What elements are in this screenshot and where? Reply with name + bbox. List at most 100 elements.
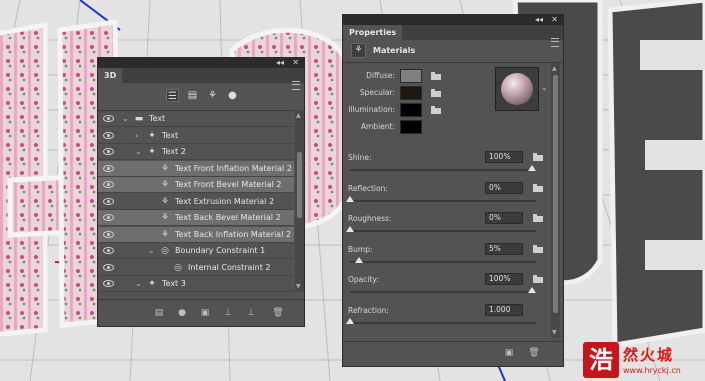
slider-handle[interactable] — [355, 256, 364, 263]
trash-icon[interactable]: 🗑 — [528, 347, 540, 359]
slider-handle[interactable] — [346, 226, 354, 232]
new-light-icon[interactable]: ● — [176, 307, 188, 319]
render-icon[interactable]: ▣ — [199, 307, 211, 319]
material-icon: ⚘ — [160, 229, 170, 240]
param-slider[interactable] — [350, 256, 536, 263]
visibility-eye-icon[interactable] — [103, 280, 114, 287]
panel-drag-strip[interactable]: ◂◂ ✕ — [98, 58, 304, 68]
visibility-eye-icon[interactable] — [103, 131, 114, 139]
chevron-down-icon[interactable]: ⌄ — [135, 147, 142, 156]
visibility-eye-icon[interactable] — [103, 247, 114, 254]
materials-filter-icon[interactable]: ⚘ — [206, 89, 219, 102]
scroll-up-icon[interactable]: ▲ — [552, 65, 557, 72]
layer-list: ⌄ ▬ Text › ✦ Text ⌄ ✦ Text 2 ⚘ Text Front Inflatio… — [98, 110, 294, 293]
material-preview[interactable] — [495, 67, 539, 111]
folder-icon[interactable] — [533, 275, 543, 283]
param-value-field[interactable]: 100% — [485, 273, 523, 285]
param-value-field[interactable]: 5% — [485, 242, 523, 255]
whole-scene-filter-icon[interactable]: ☰ — [166, 89, 179, 102]
layer-row[interactable]: ⌄ ◎ Boundary Constraint 1 — [98, 243, 294, 259]
new-mesh-icon[interactable]: ▤ — [153, 307, 165, 319]
visibility-eye-icon[interactable] — [103, 115, 114, 122]
section-title: Materials — [373, 46, 416, 55]
slider-handle[interactable] — [528, 165, 536, 171]
scroll-thumb[interactable] — [553, 75, 558, 313]
chevron-down-icon[interactable]: ⌄ — [148, 246, 155, 255]
materials-icon: ⚘ — [351, 43, 366, 58]
param-value-field[interactable]: 100% — [485, 151, 523, 163]
slider-handle[interactable] — [346, 195, 354, 202]
slider-handle[interactable] — [346, 317, 354, 324]
visibility-eye-icon[interactable] — [103, 263, 114, 271]
trash-icon[interactable]: 🗑 — [272, 307, 284, 319]
scroll-up-icon[interactable]: ▲ — [296, 112, 301, 119]
color-swatch[interactable] — [400, 86, 422, 100]
collapse-button[interactable]: ◂◂ — [276, 58, 284, 68]
visibility-eye-icon[interactable] — [103, 214, 114, 221]
slider-handle[interactable] — [528, 287, 536, 293]
chevron-right-icon[interactable]: › — [135, 131, 138, 140]
param-value-field[interactable]: 1.000 — [485, 303, 523, 316]
folder-icon[interactable] — [533, 153, 543, 161]
visibility-eye-icon[interactable] — [103, 164, 114, 172]
close-icon[interactable]: ✕ — [292, 58, 299, 68]
layer-label: Text — [162, 130, 179, 140]
folder-icon[interactable] — [533, 183, 543, 192]
color-swatch[interactable] — [400, 120, 422, 134]
scroll-thumb[interactable] — [297, 152, 302, 218]
layer-row[interactable]: ⌄ ✦ Text 3 — [98, 276, 294, 292]
properties-footer: ▣ 🗑 — [343, 341, 563, 366]
param-value-field[interactable]: 0% — [485, 212, 523, 224]
color-swatch[interactable] — [400, 103, 422, 117]
material-sphere — [501, 73, 533, 105]
drop-to-plane-icon[interactable]: ⊥ — [245, 307, 257, 319]
layer-row[interactable]: ⚘ Text Front Bevel Material 2 — [98, 177, 294, 193]
folder-icon[interactable] — [533, 244, 543, 253]
lights-filter-icon[interactable]: ● — [226, 89, 239, 102]
visibility-eye-icon[interactable] — [103, 181, 114, 188]
layer-row[interactable]: ⌄ ✦ Text 2 — [98, 144, 294, 160]
tab-properties[interactable]: Properties — [343, 25, 403, 40]
tab-3d[interactable]: 3D — [98, 68, 123, 83]
chevron-down-icon[interactable]: ⌄ — [135, 279, 142, 288]
folder-icon[interactable] — [431, 89, 441, 97]
constraint-icon: ◎ — [161, 246, 169, 256]
texture-doc-icon[interactable] — [431, 72, 441, 80]
layer-row[interactable]: ⚘ Text Back Bevel Material 2 — [98, 210, 294, 226]
properties-panel: ◂◂ ✕ Properties ⚘ Materials Diffuse: Spec… — [342, 14, 564, 367]
constraint-icon: ◎ — [174, 262, 182, 273]
folder-icon[interactable] — [533, 214, 543, 222]
material-icon: ⚘ — [160, 213, 170, 223]
render-icon[interactable]: ▣ — [503, 347, 515, 359]
properties-scrollbar[interactable]: ▲ ▼ — [551, 63, 560, 338]
chevron-down-icon[interactable]: ⌄ — [122, 114, 129, 123]
param-slider[interactable] — [346, 195, 536, 202]
layer-row[interactable]: ⌄ ▬ Text — [98, 111, 294, 127]
color-swatch[interactable] — [400, 69, 422, 83]
visibility-eye-icon[interactable] — [103, 197, 114, 205]
visibility-eye-icon[interactable] — [103, 148, 114, 155]
material-icon: ⚘ — [160, 196, 170, 207]
layer-row[interactable]: ⚘ Text Back Inflation Material 2 — [98, 226, 294, 243]
layer-label: Internal Constraint 2 — [188, 262, 271, 272]
layer-scrollbar[interactable]: ▲ ▼ — [295, 110, 304, 292]
param-slider[interactable] — [346, 317, 536, 324]
param-slider[interactable] — [346, 226, 536, 232]
layer-row[interactable]: ⚘ Text Front Inflation Material 2 — [98, 160, 294, 177]
layer-row[interactable]: ⚘ Text Extrusion Material 2 — [98, 194, 294, 210]
folder-icon[interactable] — [431, 106, 441, 114]
scroll-down-icon[interactable]: ▼ — [552, 329, 557, 336]
scroll-down-icon[interactable]: ▼ — [296, 283, 301, 290]
chevron-down-icon[interactable]: ⌄ — [541, 83, 548, 92]
meshes-filter-icon[interactable]: ▤ — [186, 89, 199, 102]
close-icon[interactable]: ✕ — [551, 15, 558, 25]
visibility-eye-icon[interactable] — [103, 230, 114, 238]
layer-row[interactable]: ◎ Internal Constraint 2 — [98, 260, 294, 276]
ground-plane-icon[interactable]: ⊥ — [222, 307, 234, 319]
layer-row[interactable]: › ✦ Text — [98, 128, 294, 144]
param-value-field[interactable]: 0% — [485, 181, 523, 194]
collapse-button[interactable]: ◂◂ — [535, 15, 543, 25]
param-slider[interactable] — [350, 287, 536, 293]
param-slider[interactable] — [350, 165, 536, 171]
panel-drag-strip[interactable]: ◂◂ ✕ — [343, 15, 563, 25]
